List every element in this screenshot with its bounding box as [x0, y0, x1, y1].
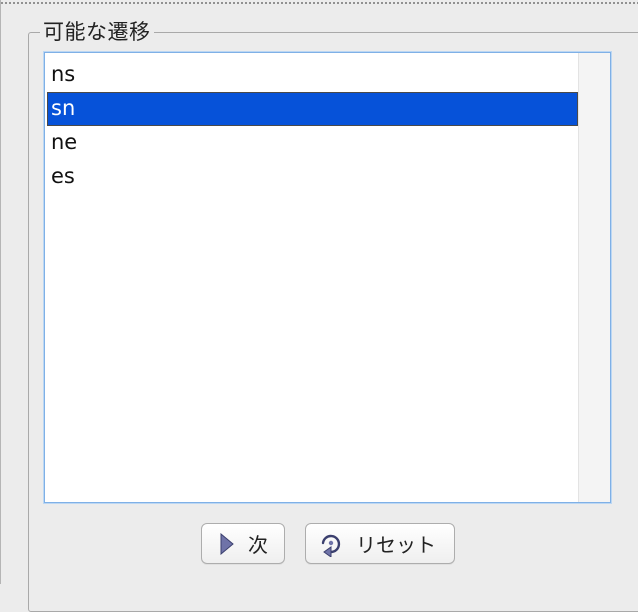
transitions-list-items: ns sn ne es [47, 58, 578, 194]
next-button-label: 次 [248, 533, 268, 557]
play-triangle-icon [220, 532, 234, 555]
left-panel-edge [0, 0, 1, 584]
next-button[interactable]: 次 [201, 523, 285, 564]
top-dotted-border [0, 0, 638, 6]
list-item-1-selected[interactable]: sn [47, 92, 578, 126]
group-title: 可能な遷移 [40, 18, 154, 46]
reset-button-label: リセット [356, 533, 436, 557]
reset-button[interactable]: リセット [305, 523, 455, 564]
vertical-scrollbar-track[interactable] [578, 53, 610, 502]
reset-cycle-icon [318, 531, 344, 557]
list-item-3[interactable]: es [47, 160, 578, 194]
list-item-2[interactable]: ne [47, 126, 578, 160]
list-item-0[interactable]: ns [47, 58, 578, 92]
transitions-list[interactable]: ns sn ne es [44, 52, 611, 503]
